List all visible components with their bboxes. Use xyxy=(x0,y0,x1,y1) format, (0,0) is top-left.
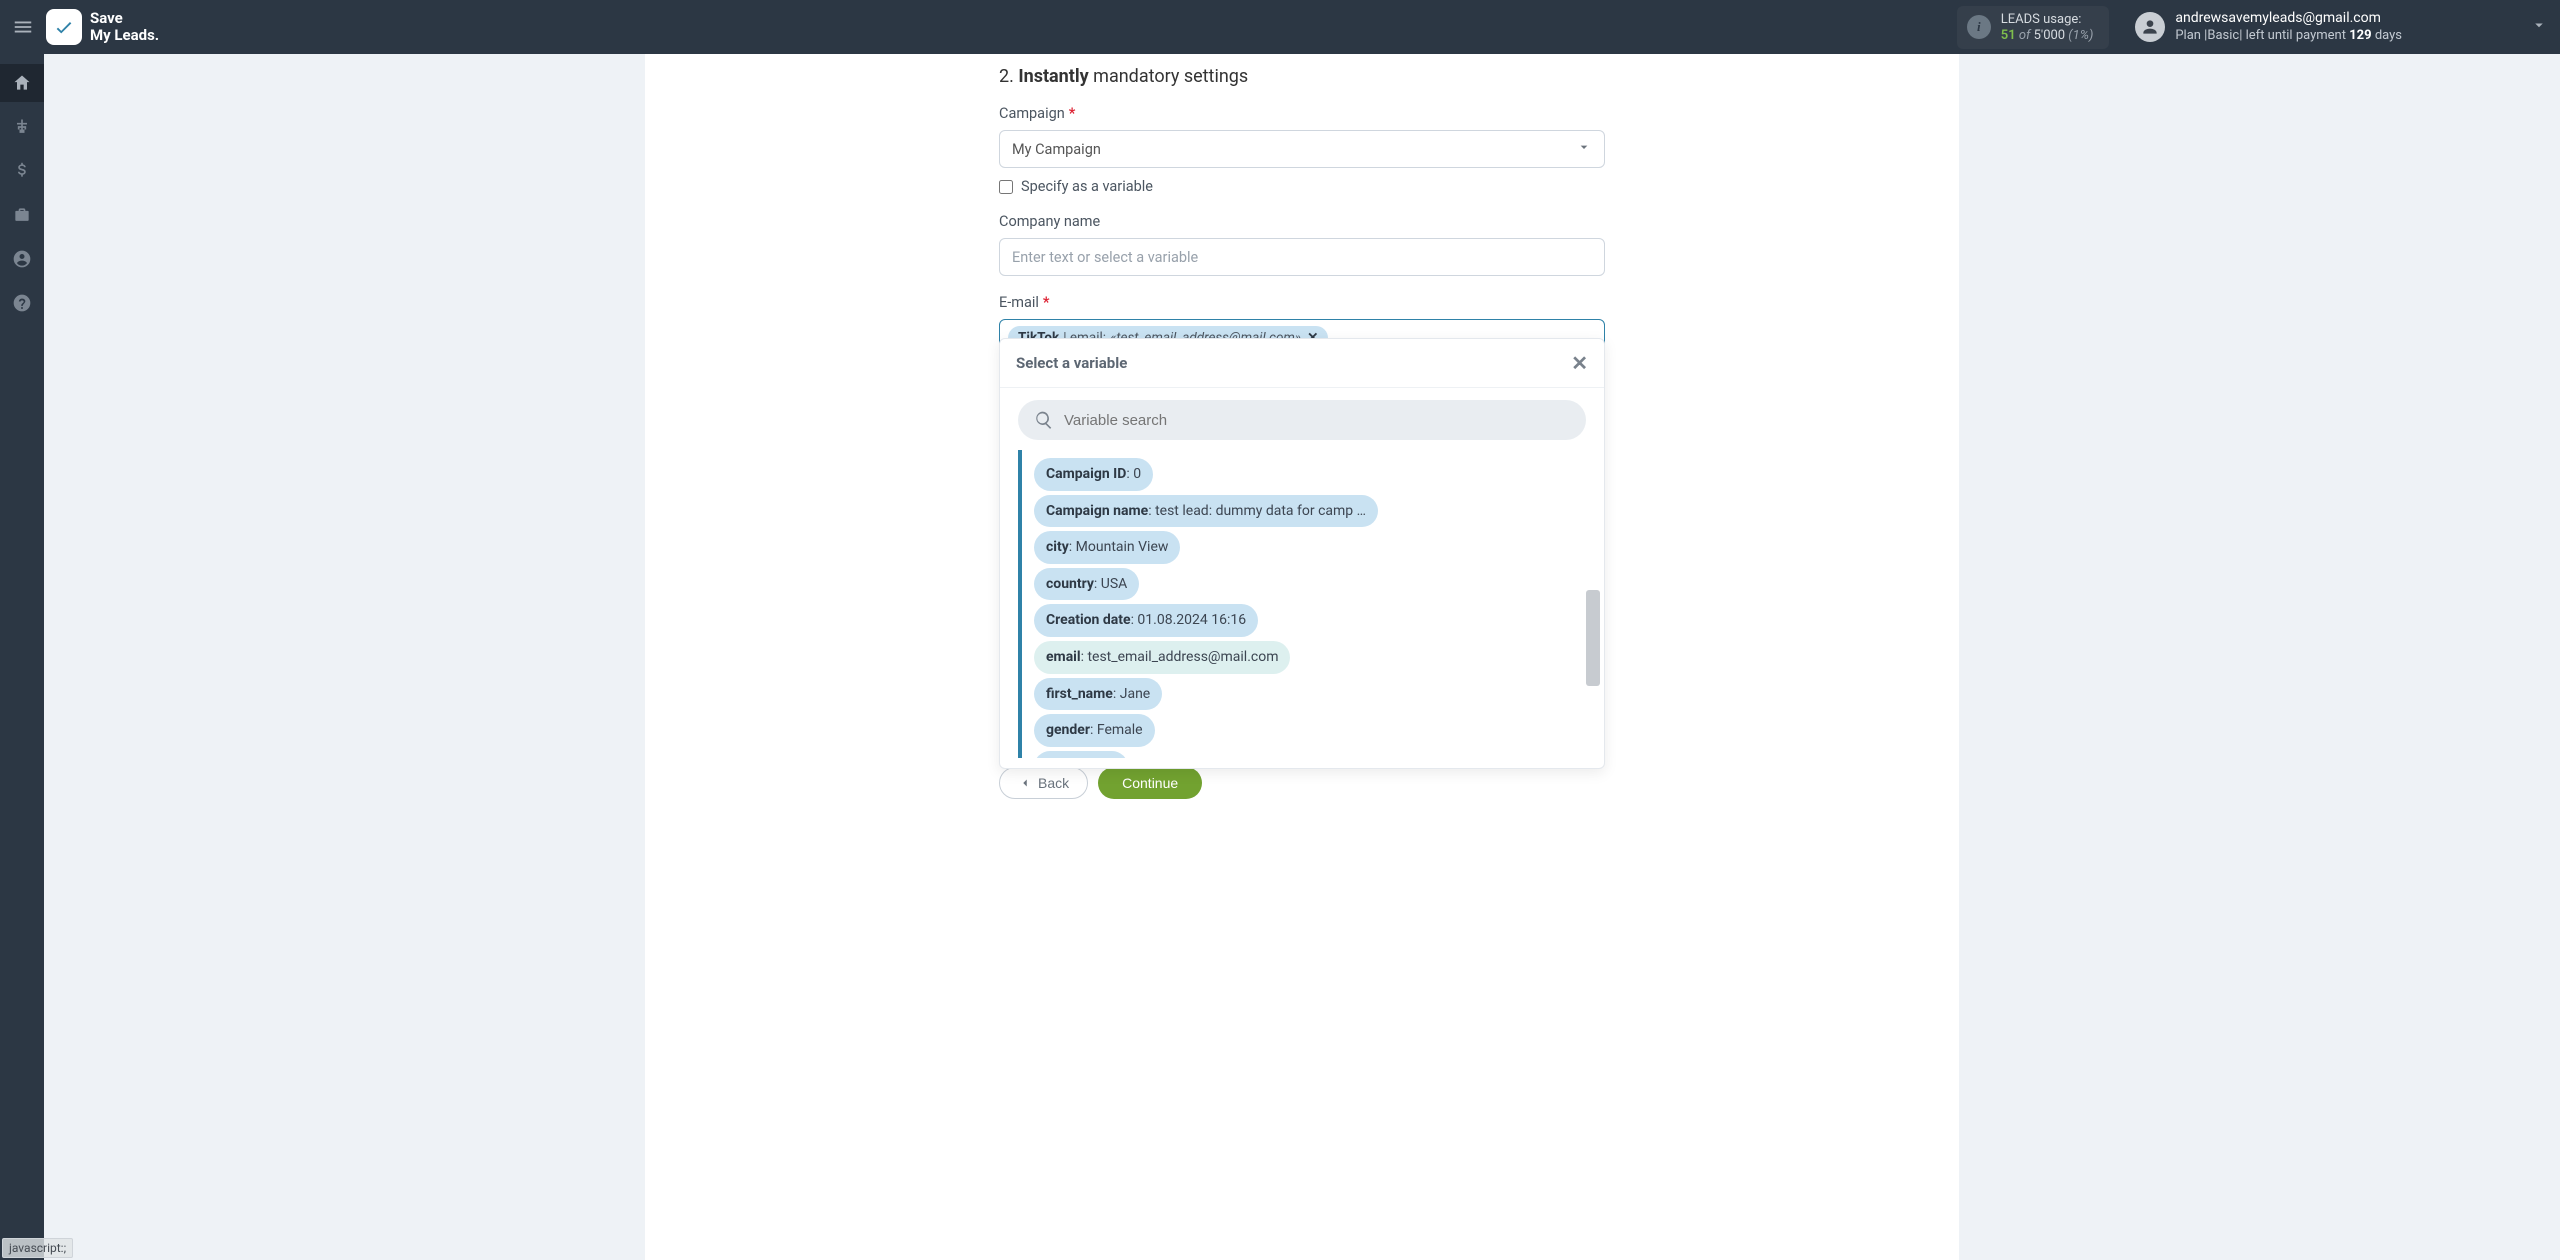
sitemap-icon xyxy=(12,117,32,137)
nav-profile[interactable] xyxy=(0,240,44,278)
account-email: andrewsavemyleads@gmail.com xyxy=(2175,10,2402,28)
nav-billing[interactable] xyxy=(0,152,44,190)
chevron-down-icon xyxy=(2530,16,2548,34)
usage-of: of xyxy=(2016,28,2034,43)
back-label: Back xyxy=(1038,775,1069,791)
user-circle-icon xyxy=(12,249,32,269)
company-input[interactable]: Enter text or select a variable xyxy=(999,238,1605,276)
variable-chip[interactable]: Campaign name: test lead: dummy data for… xyxy=(1034,495,1378,528)
usage-pct: (1%) xyxy=(2065,28,2093,43)
company-label: Company name xyxy=(999,213,1100,230)
campaign-value: My Campaign xyxy=(1012,141,1101,158)
section-tail: mandatory settings xyxy=(1089,66,1248,87)
variable-scrollbar[interactable] xyxy=(1586,590,1600,686)
search-icon xyxy=(1034,410,1054,430)
dollar-icon xyxy=(12,161,32,181)
logo-text: Save My Leads. xyxy=(90,10,159,45)
variable-chip[interactable]: Creation date: 01.08.2024 16:16 xyxy=(1034,604,1258,637)
plan-mid: | left until payment xyxy=(2239,28,2349,43)
required-star: * xyxy=(1069,105,1076,122)
variable-panel-title: Select a variable xyxy=(1016,354,1127,372)
campaign-label: Campaign xyxy=(999,105,1065,122)
variable-chip[interactable]: gender: Female xyxy=(1034,714,1155,747)
continue-label: Continue xyxy=(1122,775,1178,791)
avatar xyxy=(2135,12,2165,42)
account-block[interactable]: andrewsavemyleads@gmail.com Plan |Basic|… xyxy=(2135,10,2402,44)
variable-chip[interactable]: Group ID: 0 xyxy=(1034,751,1128,758)
field-campaign: Campaign * My Campaign Specify as a vari… xyxy=(999,105,1605,195)
content-area: 2. Instantly mandatory settings Campaign… xyxy=(44,54,2560,1260)
company-placeholder: Enter text or select a variable xyxy=(1012,249,1198,266)
check-icon xyxy=(53,16,75,38)
user-icon xyxy=(2140,17,2160,37)
info-icon: i xyxy=(1967,15,1991,39)
section-title: 2. Instantly mandatory settings xyxy=(999,66,1605,87)
plan-days-num: 129 xyxy=(2349,28,2371,43)
briefcase-icon xyxy=(12,205,32,225)
logo-line1: Save xyxy=(90,9,123,27)
variable-list: Campaign ID: 0 Campaign name: test lead: … xyxy=(1018,450,1586,758)
vertical-nav xyxy=(0,54,44,1260)
account-text: andrewsavemyleads@gmail.com Plan |Basic|… xyxy=(2175,10,2402,44)
app-logo[interactable]: Save My Leads. xyxy=(46,9,159,45)
nav-work[interactable] xyxy=(0,196,44,234)
help-icon xyxy=(12,293,32,313)
hamburger-menu[interactable] xyxy=(8,12,38,42)
variable-panel: Select a variable ✕ Campaign ID: 0Ca xyxy=(999,338,1605,769)
chevron-left-icon xyxy=(1018,776,1032,790)
plan-name: Basic xyxy=(2207,28,2239,43)
nav-home[interactable] xyxy=(0,64,44,102)
usage-total: 5'000 xyxy=(2034,28,2066,43)
variable-chip[interactable]: first_name: Jane xyxy=(1034,678,1162,711)
logo-line2: My Leads. xyxy=(90,27,159,44)
variable-chip[interactable]: country: USA xyxy=(1034,568,1139,601)
status-tip: javascript:; xyxy=(2,1238,73,1258)
usage-label: LEADS usage: xyxy=(2001,12,2094,27)
usage-text: LEADS usage: 51 of 5'000 (1%) xyxy=(2001,12,2094,43)
specify-variable-label: Specify as a variable xyxy=(1021,178,1153,195)
variable-search-input[interactable] xyxy=(1064,412,1570,429)
hamburger-icon xyxy=(12,16,34,38)
nav-connections[interactable] xyxy=(0,108,44,146)
variable-search[interactable] xyxy=(1018,400,1586,440)
back-button[interactable]: Back xyxy=(999,767,1088,799)
variable-chip[interactable]: Campaign ID: 0 xyxy=(1034,458,1153,491)
form-canvas: 2. Instantly mandatory settings Campaign… xyxy=(645,54,1959,1260)
nav-help[interactable] xyxy=(0,284,44,322)
section-num: 2. xyxy=(999,66,1014,87)
email-label: E-mail xyxy=(999,294,1039,311)
plan-prefix: Plan | xyxy=(2175,28,2207,43)
plan-days-suffix: days xyxy=(2372,28,2402,43)
section-bold: Instantly xyxy=(1018,66,1088,87)
specify-variable-row[interactable]: Specify as a variable xyxy=(999,178,1605,195)
home-icon xyxy=(12,73,32,93)
specify-variable-checkbox[interactable] xyxy=(999,180,1013,194)
campaign-select[interactable]: My Campaign xyxy=(999,130,1605,168)
variable-chip[interactable]: email: test_email_address@mail.com xyxy=(1034,641,1290,674)
variable-chip[interactable]: city: Mountain View xyxy=(1034,531,1180,564)
usage-used: 51 xyxy=(2001,28,2016,43)
continue-button[interactable]: Continue xyxy=(1098,767,1202,799)
logo-mark xyxy=(46,9,82,45)
app-header: Save My Leads. i LEADS usage: 51 of 5'00… xyxy=(0,0,2560,54)
account-caret[interactable] xyxy=(2530,16,2548,38)
usage-box[interactable]: i LEADS usage: 51 of 5'000 (1%) xyxy=(1957,6,2110,49)
chevron-down-icon xyxy=(1576,139,1592,159)
variable-panel-close[interactable]: ✕ xyxy=(1571,351,1588,375)
field-company: Company name Enter text or select a vari… xyxy=(999,213,1605,276)
field-email: E-mail * TikTok | email: «test_email_add… xyxy=(999,294,1605,799)
required-star: * xyxy=(1043,294,1050,311)
